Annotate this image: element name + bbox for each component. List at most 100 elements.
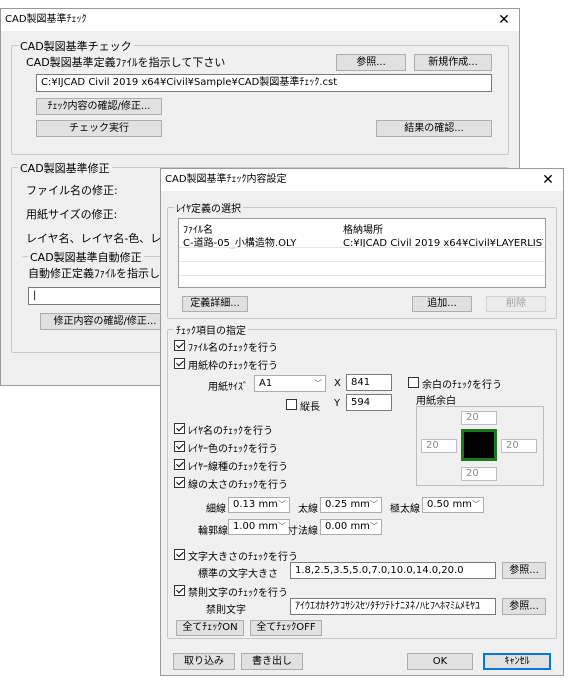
paper-size-label: 用紙ｻｲｽﾞ xyxy=(208,382,248,393)
items-group: ﾁｪｯｸ項目の指定 ﾌｧｲﾙ名のﾁｪｯｸを行う 用紙枠のﾁｪｯｸを行う 用紙ｻｲ… xyxy=(167,322,557,639)
paper-fix-label: 用紙サイズの修正: xyxy=(26,208,118,221)
chevron-down-icon: ﹀ xyxy=(370,500,378,509)
auto-fix-instruction: 自動修正定義ﾌｧｲﾙを指示し xyxy=(28,267,160,280)
cancel-button[interactable]: ｷｬﾝｾﾙ xyxy=(483,653,551,670)
forbidden-input[interactable]: ｱｲｳｴｵｶｷｸｹｺｻｼｽｾｿﾀﾁﾂﾃﾄﾅﾆﾇﾈﾉﾊﾋﾌﾍﾎﾏﾐﾑﾒﾓﾔﾕ xyxy=(290,598,496,615)
chevron-down-icon: ﹀ xyxy=(278,522,286,531)
lineweight-check-label[interactable]: 線の太さのﾁｪｯｸを行う xyxy=(188,476,288,491)
run-check-button[interactable]: チェック実行 xyxy=(36,120,162,137)
text-size-browse-button[interactable]: 参照... xyxy=(502,562,546,579)
settings-dialog: CAD製図基準ﾁｪｯｸ内容設定 ✕ ﾚｲﾔ定義の選択 ﾌｧｲﾙ名 格納場所 C-… xyxy=(160,168,564,676)
dialog-title: CAD製図基準ﾁｪｯｸ内容設定 xyxy=(165,174,287,185)
frame-check-label[interactable]: 用紙枠のﾁｪｯｸを行う xyxy=(188,357,278,372)
delete-button[interactable]: 削除 xyxy=(486,296,546,312)
list-divider xyxy=(179,247,545,248)
layer-fix-label: レイヤ名、レイヤ名-色、レイ xyxy=(26,232,173,245)
import-button[interactable]: 取り込み xyxy=(173,653,235,670)
margin-top-input[interactable]: 20 xyxy=(461,411,497,425)
dimension-line-value: 0.00 mm xyxy=(325,521,370,532)
export-button[interactable]: 書き出し xyxy=(241,653,303,670)
new-button[interactable]: 新規作成... xyxy=(414,54,492,71)
result-button[interactable]: 結果の確認... xyxy=(376,120,492,137)
dimension-line-label: 寸法線 xyxy=(288,526,318,537)
paper-size-value: A1 xyxy=(259,378,273,389)
thin-line-select[interactable]: 0.13 mm ﹀ xyxy=(228,497,290,513)
margin-bottom-input[interactable]: 20 xyxy=(461,467,497,481)
chevron-down-icon: ﹀ xyxy=(314,379,322,388)
text-size-check-label[interactable]: 文字大きさのﾁｪｯｸを行う xyxy=(188,548,298,563)
check-group: CAD製図基準チェック CAD製図基準定義ﾌｧｲﾙを指示して下さい 参照... … xyxy=(11,38,509,155)
margin-check-label[interactable]: 余白のﾁｪｯｸを行う xyxy=(422,376,502,391)
forbidden-check-box[interactable] xyxy=(174,585,185,596)
margin-right-input[interactable]: 20 xyxy=(501,439,537,453)
layer-color-check-label[interactable]: ﾚｲﾔｰ色のﾁｪｯｸを行う xyxy=(188,440,278,455)
std-text-size-input[interactable]: 1.8,2.5,3.5,5.0,7.0,10.0,14.0,20.0 xyxy=(290,562,496,579)
thin-line-label: 細線 xyxy=(206,504,226,515)
confirm-edit-button[interactable]: ﾁｪｯｸ内容の確認/修正... xyxy=(36,98,162,115)
items-group-label: ﾁｪｯｸ項目の指定 xyxy=(174,322,248,337)
cst-file-path[interactable]: C:¥IJCAD Civil 2019 x64¥Civil¥Sample¥CAD… xyxy=(36,74,492,92)
filename-check-box[interactable] xyxy=(174,340,185,351)
layer-name-check-label[interactable]: ﾚｲﾔ名のﾁｪｯｸを行う xyxy=(188,422,273,437)
thick-line-select[interactable]: 0.25 mm ﹀ xyxy=(320,497,382,513)
layer-name-check-box[interactable] xyxy=(174,423,185,434)
std-text-size-label: 標準の文字大きさ xyxy=(198,569,278,580)
main-titlebar: CAD製図基準ﾁｪｯｸ ✕ xyxy=(1,9,519,31)
definition-detail-button[interactable]: 定義詳細... xyxy=(182,296,248,312)
layer-linetype-check-box[interactable] xyxy=(174,459,185,470)
margin-label: 用紙余白 xyxy=(416,396,456,407)
layer-linetype-check-label[interactable]: ﾚｲﾔｰ線種のﾁｪｯｸを行う xyxy=(188,458,288,473)
auto-fix-group-label: CAD製図基準自動修正 xyxy=(28,249,144,265)
dialog-close-icon[interactable]: ✕ xyxy=(533,169,563,191)
fix-group-label: CAD製図基準修正 xyxy=(18,160,112,176)
chevron-down-icon: ﹀ xyxy=(278,500,286,509)
lineweight-check-box[interactable] xyxy=(174,477,185,488)
margin-check-box[interactable] xyxy=(408,377,419,388)
chevron-down-icon: ﹀ xyxy=(370,522,378,531)
x-label: X xyxy=(334,378,341,389)
forbidden-label: 禁則文字 xyxy=(206,605,246,616)
y-label: Y xyxy=(334,398,341,409)
all-check-on-button[interactable]: 全てﾁｪｯｸON xyxy=(176,620,244,636)
ok-button[interactable]: OK xyxy=(407,653,473,670)
browse-button[interactable]: 参照... xyxy=(336,54,406,71)
filename-check-label[interactable]: ﾌｧｲﾙ名のﾁｪｯｸを行う xyxy=(188,339,278,354)
forbidden-browse-button[interactable]: 参照... xyxy=(502,598,546,615)
margin-preview: 20 20 20 20 xyxy=(416,406,544,486)
thick-line-value: 0.25 mm xyxy=(325,499,370,510)
filename-fix-label: ファイル名の修正: xyxy=(26,184,118,197)
portrait-label[interactable]: 縦長 xyxy=(300,398,320,413)
portrait-check-box[interactable] xyxy=(286,399,297,410)
frame-check-box[interactable] xyxy=(174,358,185,369)
layer-group-label: ﾚｲﾔ定義の選択 xyxy=(174,200,243,215)
paper-preview xyxy=(461,429,497,461)
margin-left-input[interactable]: 20 xyxy=(421,439,457,453)
outline-value: 1.00 mm xyxy=(233,521,278,532)
forbidden-check-label[interactable]: 禁則文字のﾁｪｯｸを行う xyxy=(188,584,288,599)
thin-line-value: 0.13 mm xyxy=(233,499,278,510)
main-close-icon[interactable]: ✕ xyxy=(489,9,519,31)
confirm-fix-button[interactable]: 修正内容の確認/修正... xyxy=(40,313,170,330)
very-thick-line-label: 極太線 xyxy=(390,504,420,515)
layer-group: ﾚｲﾔ定義の選択 ﾌｧｲﾙ名 格納場所 C-道路-05_小構造物.OLY C:¥… xyxy=(167,200,557,319)
list-divider xyxy=(179,275,545,276)
x-input[interactable]: 841 xyxy=(346,374,392,391)
add-button[interactable]: 追加... xyxy=(412,296,472,312)
very-thick-line-value: 0.50 mm xyxy=(427,499,472,510)
dimension-line-select[interactable]: 0.00 mm ﹀ xyxy=(320,519,382,535)
outline-select[interactable]: 1.00 mm ﹀ xyxy=(228,519,290,535)
layer-list[interactable]: ﾌｧｲﾙ名 格納場所 C-道路-05_小構造物.OLY C:¥IJCAD Civ… xyxy=(178,218,546,288)
text-size-check-box[interactable] xyxy=(174,549,185,560)
table-row[interactable]: C-道路-05_小構造物.OLY C:¥IJCAD Civil 2019 x64… xyxy=(179,233,545,249)
check-instruction: CAD製図基準定義ﾌｧｲﾙを指示して下さい xyxy=(26,56,226,69)
check-group-label: CAD製図基準チェック xyxy=(18,38,134,54)
paper-size-select[interactable]: A1 ﹀ xyxy=(254,375,326,392)
very-thick-line-select[interactable]: 0.50 mm ﹀ xyxy=(422,497,484,513)
layer-color-check-box[interactable] xyxy=(174,441,185,452)
all-check-off-button[interactable]: 全てﾁｪｯｸOFF xyxy=(250,620,322,636)
chevron-down-icon: ﹀ xyxy=(472,500,480,509)
list-divider xyxy=(179,261,545,262)
y-input[interactable]: 594 xyxy=(346,394,392,411)
dialog-titlebar: CAD製図基準ﾁｪｯｸ内容設定 ✕ xyxy=(161,169,563,191)
main-title: CAD製図基準ﾁｪｯｸ xyxy=(5,14,87,25)
